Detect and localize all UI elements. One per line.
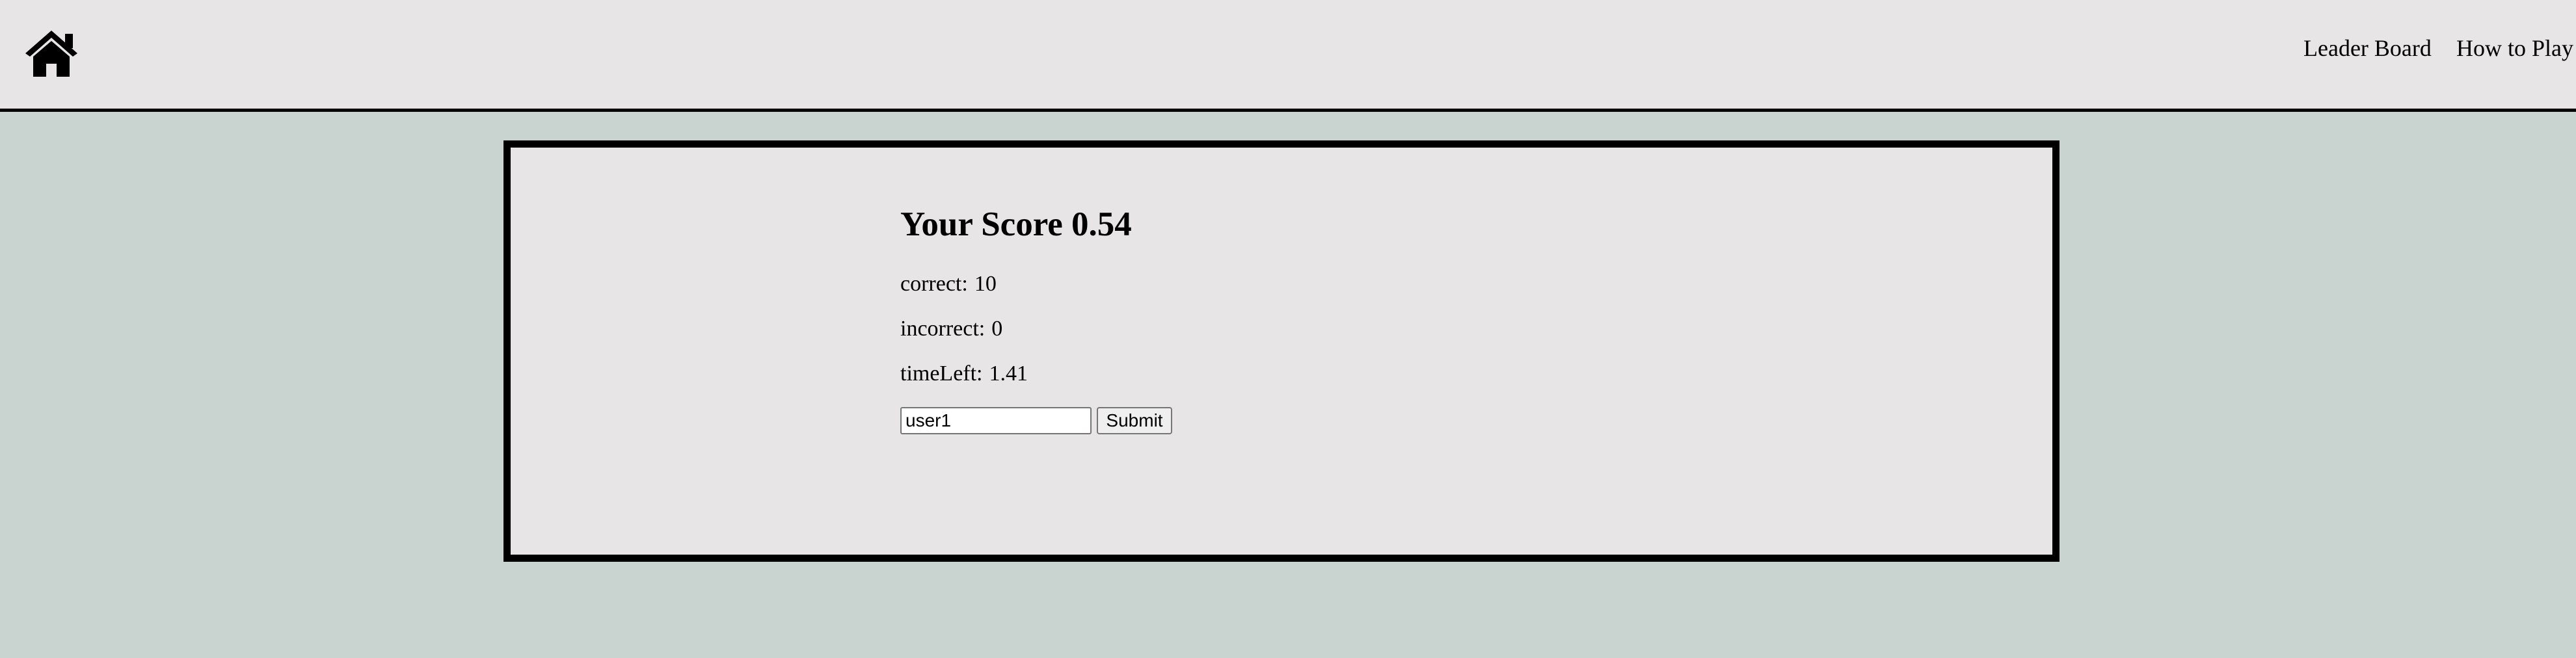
nav-leaderboard-link[interactable]: Leader Board: [2303, 33, 2432, 64]
time-left-label: timeLeft:: [900, 362, 983, 386]
score-title-label: Your Score: [900, 205, 1063, 243]
score-heading: Your Score 0.54: [900, 202, 1132, 247]
score-value: 0.54: [1071, 205, 1132, 243]
home-icon[interactable]: [23, 29, 79, 77]
time-left-stat: timeLeft: 1.41: [900, 360, 1028, 388]
correct-stat: correct: 10: [900, 270, 997, 298]
submit-button[interactable]: Submit: [1097, 407, 1172, 434]
correct-label: correct:: [900, 272, 968, 296]
incorrect-value: 0: [991, 317, 1003, 341]
incorrect-label: incorrect:: [900, 317, 986, 341]
time-left-value: 1.41: [989, 362, 1028, 386]
score-panel: [503, 140, 2059, 562]
incorrect-stat: incorrect: 0: [900, 315, 1002, 343]
top-navbar: Leader Board How to Play: [0, 0, 2576, 112]
correct-value: 10: [974, 272, 997, 296]
username-input[interactable]: [900, 407, 1092, 434]
nav-how-to-play-link[interactable]: How to Play: [2456, 33, 2573, 64]
